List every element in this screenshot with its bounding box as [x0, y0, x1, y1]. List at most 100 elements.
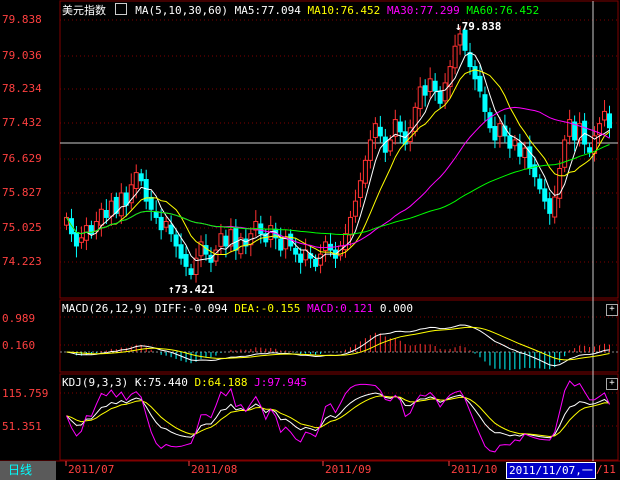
candle-body [313, 258, 319, 267]
kdj-d-value: D:64.188 [194, 376, 248, 389]
ytick-label: 74.223 [2, 255, 42, 268]
candle-body [123, 192, 129, 206]
candle-body [512, 139, 518, 147]
candle-body [602, 110, 608, 121]
candle-body [233, 226, 239, 251]
xaxis-label: /11 [596, 463, 616, 476]
candle-body [587, 147, 593, 153]
kdj-ytick-label: 115.759 [2, 387, 49, 400]
xaxis-label: 2011/08 [191, 463, 238, 476]
candle-body [522, 147, 528, 159]
candle-body [517, 143, 523, 157]
macd-diff-value: DIFF:-0.094 [154, 302, 228, 315]
ma60-value: MA60:76.452 [466, 4, 540, 17]
candle-body [492, 126, 498, 141]
candle-body [507, 135, 513, 149]
candle-body [323, 241, 329, 251]
ma5-value: MA5:77.094 [234, 4, 301, 17]
candle-body [452, 45, 458, 69]
candle-body [103, 210, 109, 218]
candle-body [397, 121, 403, 133]
macd-dea-value: DEA:-0.155 [234, 302, 301, 315]
macd-extra-value: 0.000 [379, 302, 414, 315]
ytick-label: 78.234 [2, 82, 42, 95]
candle-body [537, 178, 543, 190]
kdj-d-line [66, 395, 610, 438]
candle-body [298, 253, 304, 263]
candle-body [173, 234, 179, 247]
candle-body [78, 237, 84, 243]
chart-canvas[interactable] [0, 0, 620, 480]
ytick-label: 77.432 [2, 116, 42, 129]
candle-body [482, 94, 488, 112]
candle-body [223, 235, 229, 247]
ma-params: MA(5,10,30,60) [135, 4, 228, 17]
ma30-line [66, 106, 610, 249]
candle-body [442, 82, 448, 102]
kdj-j-line [66, 380, 610, 453]
candle-body [422, 85, 428, 96]
candle-body [437, 90, 443, 104]
candle-body [63, 216, 69, 226]
macd-expand-button[interactable]: + [606, 304, 618, 316]
ytick-label: 79.838 [2, 13, 42, 26]
ma30-value: MA30:77.299 [386, 4, 460, 17]
ytick-label: 79.036 [2, 49, 42, 62]
ytick-label: 75.025 [2, 221, 42, 234]
candle-body [362, 159, 368, 184]
macd-ytick-label: 0.160 [2, 339, 36, 352]
candle-body [582, 120, 588, 145]
candle-body [188, 268, 194, 276]
candle-body [417, 86, 423, 110]
candle-body [347, 216, 353, 236]
candle-body [357, 180, 363, 198]
candle-body [432, 80, 438, 92]
candle-body [218, 233, 224, 247]
candle-body [118, 192, 124, 217]
candle-body [352, 200, 358, 217]
macd-ytick-label: 0.989 [2, 312, 36, 325]
candle-body [73, 232, 79, 247]
stock-chart-window: 美元指数 MA(5,10,30,60) MA5:77.094 MA10:76.4… [0, 0, 620, 480]
candle-body [178, 244, 184, 259]
candle-body [293, 247, 299, 255]
candle-body [163, 221, 169, 228]
kdj-ytick-label: 51.351 [2, 420, 42, 433]
candle-body [318, 253, 324, 266]
period-tab-daily[interactable]: 日线 [0, 461, 56, 480]
candle-body [133, 172, 139, 189]
candle-body [158, 216, 164, 231]
candle-body [542, 188, 548, 202]
kdj-expand-button[interactable]: + [606, 378, 618, 390]
candle-body [497, 123, 503, 137]
candle-body [552, 196, 558, 218]
ytick-label: 75.827 [2, 186, 42, 199]
candle-body [567, 119, 573, 137]
low-marker-label: ↑73.421 [168, 283, 215, 296]
period-tab-label: 日线 [8, 463, 33, 477]
kdj-params: KDJ(9,3,3) [62, 376, 129, 389]
candle-body [153, 211, 159, 218]
candle-body [367, 139, 373, 161]
candle-body [148, 196, 154, 210]
high-marker-label: ↓79.838 [455, 20, 502, 33]
candle-body [377, 126, 383, 137]
candle-body [472, 66, 478, 80]
candle-body [283, 237, 289, 250]
xaxis-label: 2011/07 [68, 463, 115, 476]
cursor-date-readout: 2011/11/07,一 [506, 462, 596, 479]
macd-hist-value: MACD:0.121 [307, 302, 374, 315]
candle-body [487, 112, 493, 129]
xaxis-label: 2011/09 [325, 463, 372, 476]
kdj-k-value: K:75.440 [134, 376, 188, 389]
ma-toggle-icon[interactable] [114, 3, 127, 15]
candle-body [98, 208, 104, 226]
candle-body [183, 254, 189, 267]
candle-body [457, 33, 463, 46]
candle-body [467, 52, 473, 68]
kdj-j-value: J:97.945 [254, 376, 308, 389]
candle-body [138, 173, 144, 182]
candle-body [607, 113, 613, 129]
candle-body [427, 78, 433, 92]
kdj-k-line [66, 392, 610, 439]
